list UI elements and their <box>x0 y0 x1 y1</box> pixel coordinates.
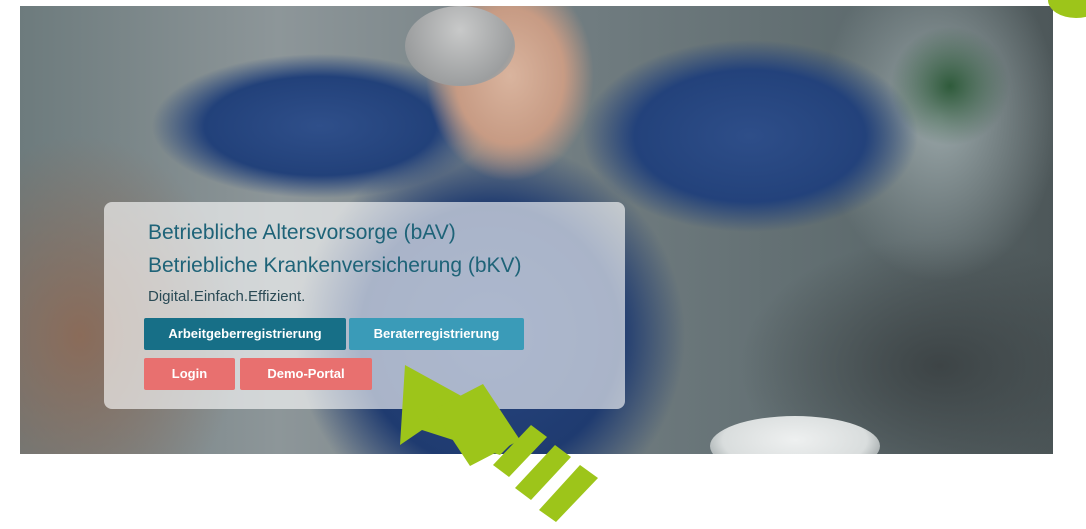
green-arrow-icon <box>400 365 598 522</box>
